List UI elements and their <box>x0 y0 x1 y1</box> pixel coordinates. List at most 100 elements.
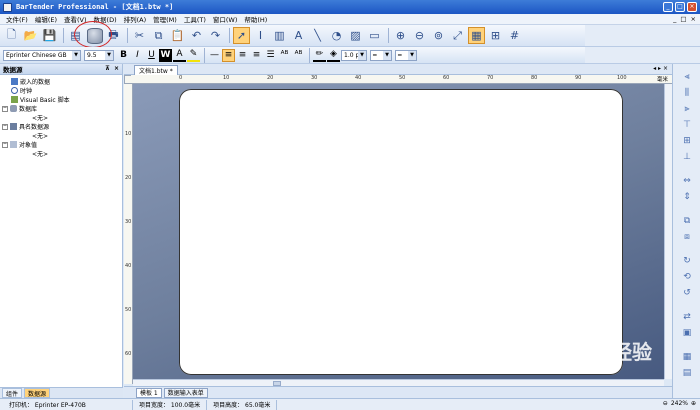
distribute-horizontal-icon[interactable]: ⇔ <box>680 174 694 187</box>
ungroup-icon[interactable]: ▤ <box>680 366 694 379</box>
grid-icon[interactable]: # <box>506 27 523 44</box>
line-end-select[interactable]: ━ ▼ <box>395 49 417 61</box>
send-to-back-icon[interactable]: ⧈ <box>680 230 694 243</box>
align-bottom-icon[interactable]: ⊥ <box>680 150 694 163</box>
picture-tool-icon[interactable]: ▨ <box>347 27 364 44</box>
view-template-icon[interactable]: ▦ <box>468 27 485 44</box>
menu-arrange[interactable]: 排列(A) <box>124 14 147 24</box>
vertical-scrollbar[interactable] <box>664 84 672 379</box>
redo-icon[interactable]: ↷ <box>207 27 224 44</box>
close-button[interactable]: × <box>687 2 697 12</box>
flip-icon[interactable]: ⇄ <box>680 310 694 323</box>
tree-item-database[interactable]: − 数据库 <box>2 104 120 113</box>
mdi-close-button[interactable]: × <box>691 15 696 23</box>
database-setup-button[interactable] <box>74 21 112 48</box>
shape-tool-icon[interactable]: ◔ <box>328 27 345 44</box>
font-color-icon[interactable]: A <box>173 49 186 62</box>
pin-icon[interactable]: ⊼ <box>105 65 110 72</box>
rotate-left-icon[interactable]: ↺ <box>680 286 694 299</box>
collapse-toggle-icon[interactable]: − <box>2 105 8 112</box>
mdi-minimize-button[interactable]: _ <box>673 15 676 23</box>
menu-help[interactable]: 帮助(H) <box>244 14 267 24</box>
align-right-icon[interactable]: ⫸ <box>680 102 694 115</box>
zoom-in-icon[interactable]: ⊕ <box>392 27 409 44</box>
design-canvas[interactable]: Bai 经验 <box>133 84 664 379</box>
tab-components[interactable]: 组件 <box>2 388 23 398</box>
fit-page-icon[interactable]: ⤢ <box>449 27 466 44</box>
horizontal-scrollbar[interactable] <box>133 379 664 386</box>
tab-template-1[interactable]: 模板 1 <box>136 387 162 398</box>
collapse-toggle-icon[interactable]: − <box>2 123 8 130</box>
fill-color-icon[interactable]: ◈ <box>327 49 340 62</box>
highlight-color-icon[interactable]: ✎ <box>187 49 200 62</box>
tab-nav-controls[interactable]: ◂ ▸ × <box>653 65 668 72</box>
save-icon[interactable]: 💾 <box>41 27 58 44</box>
pointer-tool-icon[interactable]: ➚ <box>233 27 250 44</box>
close-icon[interactable]: × <box>114 65 119 72</box>
tree-item-embedded-data[interactable]: 嵌入的数据 <box>2 77 120 86</box>
align-right-icon[interactable]: ≡ <box>250 49 263 62</box>
line-tool-icon[interactable]: ╲ <box>309 27 326 44</box>
tree-item-none[interactable]: <无> <box>2 131 120 140</box>
tree-item-object-values[interactable]: − 对象值 <box>2 140 120 149</box>
font-size-select[interactable]: 9.5 ▼ <box>84 49 114 61</box>
text-format-icon[interactable]: ᴬᴮ <box>278 49 291 62</box>
align-left-icon[interactable]: ⫷ <box>680 70 694 83</box>
text-cursor-tool-icon[interactable]: I <box>252 27 269 44</box>
tab-data-entry-form[interactable]: 数据输入表单 <box>163 387 208 398</box>
align-center-icon[interactable]: ≡ <box>236 49 249 62</box>
align-middle-icon[interactable]: ⊞ <box>680 134 694 147</box>
align-center-icon[interactable]: ⫼ <box>680 86 694 99</box>
text-direction-icon[interactable]: ᴬᴮ <box>292 49 305 62</box>
zoom-out-icon[interactable]: ⊖ <box>663 400 668 407</box>
align-top-icon[interactable]: ⊤ <box>680 118 694 131</box>
menu-manage[interactable]: 管理(M) <box>153 14 177 24</box>
undo-icon[interactable]: ↶ <box>188 27 205 44</box>
cut-icon[interactable]: ✂ <box>131 27 148 44</box>
menu-edit[interactable]: 编辑(E) <box>35 14 57 24</box>
align-justify-icon[interactable]: ☰ <box>264 49 277 62</box>
word-wrap-button[interactable]: W <box>159 48 172 62</box>
document-tab[interactable]: 文档1.btw * <box>134 65 178 75</box>
tree-item-vbscript[interactable]: Visual Basic 脚本 <box>2 95 120 104</box>
rotate-icon[interactable]: ↻ <box>680 254 694 267</box>
tree-item-named-data-sources[interactable]: − 具名数据源 <box>2 122 120 131</box>
menu-tools[interactable]: 工具(T) <box>184 14 206 24</box>
bring-to-front-icon[interactable]: ⧉ <box>680 214 694 227</box>
paste-icon[interactable]: 📋 <box>169 27 186 44</box>
tab-data-sources[interactable]: 数据源 <box>24 388 51 398</box>
menu-window[interactable]: 窗口(W) <box>213 14 238 24</box>
underline-button[interactable]: U <box>145 49 158 62</box>
tree-item-none[interactable]: <无> <box>2 113 120 122</box>
align-left-icon[interactable]: ≡ <box>222 48 235 62</box>
new-document-icon[interactable]: 🗋 <box>3 27 20 44</box>
font-name-select[interactable]: Eprinter Chinese GB ▼ <box>3 49 81 61</box>
bold-button[interactable]: B <box>117 49 130 62</box>
distribute-vertical-icon[interactable]: ⇕ <box>680 190 694 203</box>
line-style-icon[interactable]: — <box>208 49 221 62</box>
copy-icon[interactable]: ⧉ <box>150 27 167 44</box>
minimize-button[interactable]: _ <box>663 2 673 12</box>
zoom-control[interactable]: ⊖ 242% ⊕ <box>663 400 696 407</box>
italic-button[interactable]: I <box>131 49 144 62</box>
zoom-out-icon[interactable]: ⊖ <box>411 27 428 44</box>
tree-item-clock[interactable]: 时钟 <box>2 86 120 95</box>
lock-icon[interactable]: ▣ <box>680 326 694 339</box>
line-width-select[interactable]: 1.0 pt ▼ <box>341 49 367 61</box>
group-icon[interactable]: ▦ <box>680 350 694 363</box>
rfid-tool-icon[interactable]: ▭ <box>366 27 383 44</box>
label-template[interactable] <box>179 89 623 375</box>
text-tool-icon[interactable]: A <box>290 27 307 44</box>
rotate-180-icon[interactable]: ⟲ <box>680 270 694 283</box>
collapse-toggle-icon[interactable]: − <box>2 141 8 148</box>
mdi-restore-button[interactable]: □ <box>680 15 686 23</box>
menu-file[interactable]: 文件(F) <box>6 14 28 24</box>
maximize-button[interactable]: □ <box>675 2 685 12</box>
zoom-custom-icon[interactable]: ⊚ <box>430 27 447 44</box>
tree-item-none[interactable]: <无> <box>2 149 120 158</box>
barcode-tool-icon[interactable]: ▥ <box>271 27 288 44</box>
zoom-in-icon[interactable]: ⊕ <box>691 400 696 407</box>
line-color-icon[interactable]: ✏ <box>313 49 326 62</box>
align-grid-icon[interactable]: ⊞ <box>487 27 504 44</box>
line-type-select[interactable]: ━ ▼ <box>370 49 392 61</box>
